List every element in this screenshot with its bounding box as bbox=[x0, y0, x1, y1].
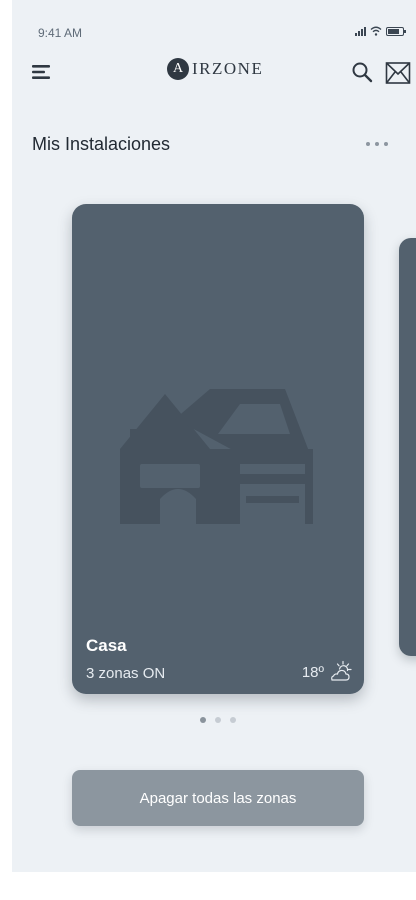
installation-card[interactable]: Casa 3 zonas ON 18º bbox=[72, 204, 364, 694]
pagination-dot[interactable] bbox=[230, 717, 236, 723]
battery-icon bbox=[386, 26, 406, 36]
pagination-dot-active[interactable] bbox=[200, 717, 206, 723]
wifi-icon bbox=[370, 26, 382, 36]
logo-mark: A bbox=[167, 58, 189, 80]
house-icon bbox=[120, 389, 313, 524]
carousel-pagination bbox=[200, 717, 236, 723]
installation-zones-status: 3 zonas ON bbox=[86, 665, 166, 682]
mail-icon[interactable] bbox=[385, 61, 411, 85]
status-icons bbox=[355, 26, 406, 36]
search-icon[interactable] bbox=[351, 61, 373, 83]
temperature-value: 18º bbox=[301, 663, 324, 681]
hamburger-menu-icon[interactable] bbox=[32, 64, 52, 80]
next-installation-card[interactable] bbox=[399, 238, 416, 656]
airzone-logo: A IRZONE bbox=[167, 58, 263, 80]
partly-cloudy-icon bbox=[331, 660, 352, 681]
installation-name: Casa bbox=[86, 636, 127, 655]
turn-off-all-zones-button[interactable]: Apagar todas las zonas bbox=[72, 770, 364, 826]
pagination-dot[interactable] bbox=[215, 717, 221, 723]
app-screen: 9:41 AM A IRZONE Mis Instalaciones Casa … bbox=[12, 0, 416, 872]
signal-icon bbox=[355, 26, 366, 36]
more-options-icon[interactable] bbox=[366, 140, 396, 148]
section-title: Mis Instalaciones bbox=[32, 134, 171, 154]
weather-info: 18º bbox=[302, 660, 352, 684]
logo-text: IRZONE bbox=[192, 59, 264, 78]
status-time: 9:41 AM bbox=[38, 26, 83, 40]
